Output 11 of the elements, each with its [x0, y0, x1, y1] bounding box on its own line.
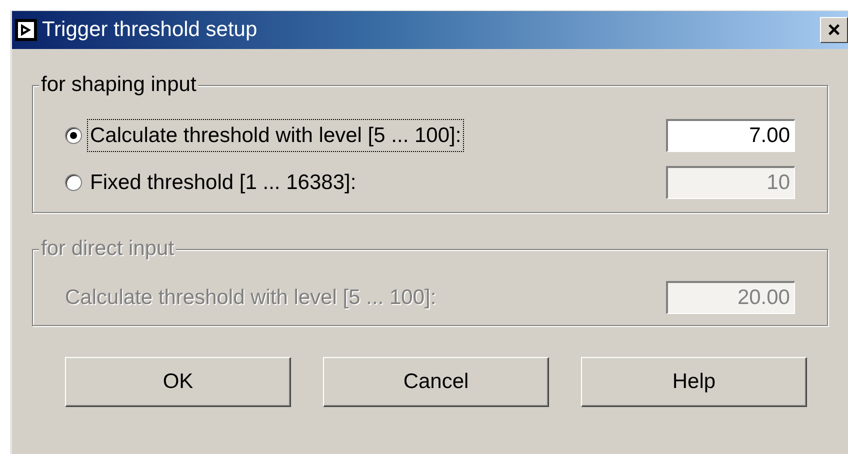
dialog-button[interactable]: Help [581, 357, 807, 407]
radio-button[interactable] [65, 127, 82, 144]
value-field[interactable]: 7.00 [666, 119, 795, 152]
option-label: Calculate threshold with level [5 ... 100]: [88, 120, 464, 152]
close-button[interactable]: × [820, 17, 848, 43]
window-title: Trigger threshold setup [42, 17, 258, 44]
app-logo-icon [15, 19, 37, 41]
dialog-button[interactable]: Cancel [323, 357, 549, 407]
option-label: Fixed threshold [1 ... 16383]: [89, 170, 358, 196]
field-label: Calculate threshold with level [5 ... 100]: [65, 284, 436, 311]
dialog-button[interactable]: OK [65, 357, 291, 407]
